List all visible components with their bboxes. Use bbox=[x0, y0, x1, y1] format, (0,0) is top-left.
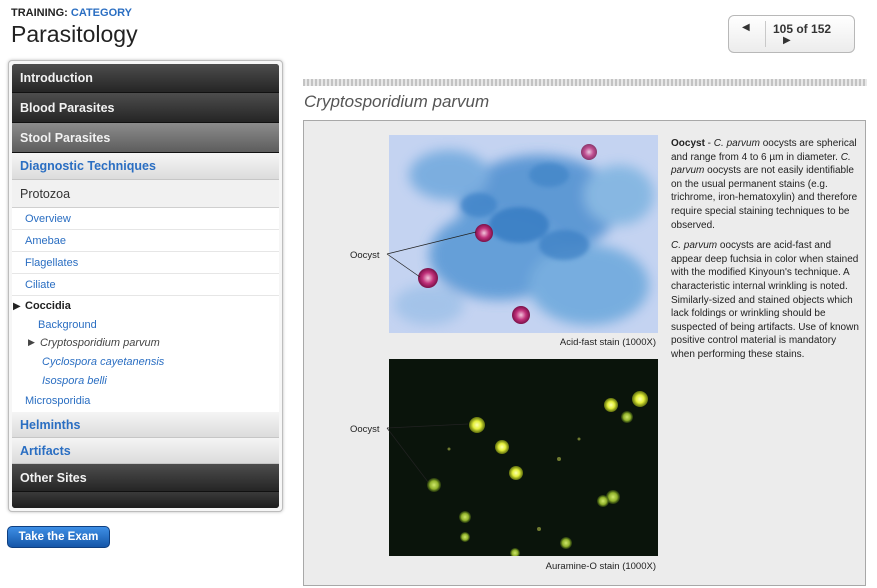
image2-caption: Auramine-O stain (1000X) bbox=[545, 561, 656, 572]
breadcrumb-category-link[interactable]: CATEGORY bbox=[71, 7, 132, 19]
description-paragraph-2: C. parvum oocysts are acid-fast and appe… bbox=[671, 239, 861, 361]
caret-right-icon: ▶ bbox=[28, 337, 35, 347]
breadcrumb: TRAINING: CATEGORY bbox=[11, 7, 132, 19]
sidebar-item-helminths[interactable]: Helminths bbox=[12, 412, 279, 438]
sidebar-subsubitem-isospora[interactable]: Isospora belli bbox=[12, 371, 279, 390]
sidebar-subitem-flagellates[interactable]: Flagellates bbox=[12, 252, 279, 274]
p2-text-b: oocysts are acid-fast and appear deep fu… bbox=[671, 240, 859, 360]
sidebar-subitem-overview[interactable]: Overview bbox=[12, 208, 279, 230]
description-text: Oocyst - C. parvum oocysts are spherical… bbox=[671, 137, 861, 369]
acid-fast-stain-micrograph bbox=[389, 135, 658, 333]
pager-divider bbox=[765, 21, 766, 47]
oocyst-term: Oocyst bbox=[671, 138, 705, 149]
sidebar-subitem-coccidia[interactable]: ▶ Coccidia bbox=[12, 296, 279, 316]
sidebar-item-protozoa[interactable]: Protozoa bbox=[12, 180, 279, 208]
protozoa-submenu: Overview Amebae Flagellates Ciliate ▶ Co… bbox=[12, 208, 279, 412]
p1-text-b: C. parvum bbox=[713, 138, 760, 149]
p2-text-a: C. parvum bbox=[671, 240, 718, 252]
sidebar-item-artifacts[interactable]: Artifacts bbox=[12, 438, 279, 464]
oocyst-label-2: Oocyst bbox=[350, 424, 380, 435]
content-title: Cryptosporidium parvum bbox=[304, 92, 490, 111]
oocyst-label-1: Oocyst bbox=[350, 250, 380, 261]
page-title: Parasitology bbox=[11, 21, 138, 47]
take-exam-button[interactable]: Take the Exam bbox=[7, 526, 110, 548]
sidebar-item-introduction[interactable]: Introduction bbox=[12, 64, 279, 93]
sidebar: Introduction Blood Parasites Stool Paras… bbox=[8, 60, 283, 512]
sidebar-subitem-ciliate[interactable]: Ciliate bbox=[12, 274, 279, 296]
page-count: 105 of 152 bbox=[773, 22, 832, 36]
sidebar-nav: Introduction Blood Parasites Stool Paras… bbox=[12, 64, 279, 508]
arrow-right-icon[interactable]: ▶ bbox=[783, 35, 791, 46]
sidebar-subsubitem-cyclospora[interactable]: Cyclospora cayetanensis bbox=[12, 352, 279, 371]
image1-caption: Acid-fast stain (1000X) bbox=[559, 337, 656, 348]
sidebar-item-diagnostic-techniques[interactable]: Diagnostic Techniques bbox=[12, 153, 279, 180]
description-paragraph-1: Oocyst - C. parvum oocysts are spherical… bbox=[671, 137, 861, 232]
p1-text-a: - bbox=[704, 138, 714, 149]
sidebar-subitem-amebae[interactable]: Amebae bbox=[12, 230, 279, 252]
arrow-left-icon[interactable]: ◀ bbox=[742, 22, 750, 33]
caret-right-icon: ▶ bbox=[13, 300, 21, 312]
sidebar-item-other-sites[interactable]: Other Sites bbox=[12, 464, 279, 492]
sidebar-subsubitem-background[interactable]: Background bbox=[12, 315, 279, 334]
breadcrumb-prefix: TRAINING: bbox=[11, 7, 68, 19]
cryptosporidium-label: Cryptosporidium parvum bbox=[40, 336, 160, 349]
sidebar-item-blood-parasites[interactable]: Blood Parasites bbox=[12, 93, 279, 123]
section-divider bbox=[303, 79, 867, 86]
sidebar-item-stool-parasites[interactable]: Stool Parasites bbox=[12, 123, 279, 153]
auramine-o-stain-micrograph bbox=[389, 359, 658, 556]
sidebar-footer bbox=[12, 492, 279, 508]
sidebar-subitem-microsporidia[interactable]: Microsporidia bbox=[12, 390, 279, 412]
pager: ◀ 105 of 152 ▶ bbox=[728, 15, 855, 53]
content-panel: Oocyst Oocyst Acid-fast stain (1000X) Au… bbox=[303, 120, 866, 586]
coccidia-label: Coccidia bbox=[25, 300, 71, 312]
sidebar-subsubitem-cryptosporidium[interactable]: ▶ Cryptosporidium parvum bbox=[12, 333, 279, 352]
